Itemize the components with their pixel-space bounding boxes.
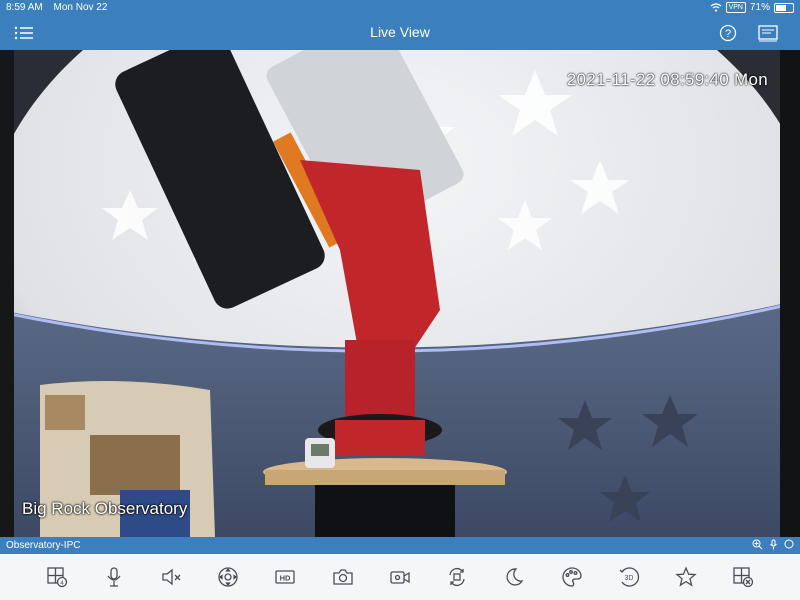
- record-dot-icon[interactable]: [784, 539, 794, 549]
- screen-layout-icon[interactable]: [756, 22, 780, 44]
- zoom-icon[interactable]: [752, 539, 763, 550]
- wifi-icon: [710, 3, 721, 12]
- help-icon[interactable]: ?: [716, 22, 740, 44]
- vpn-badge: VPN: [725, 2, 746, 13]
- nav-bar: Live View ?: [0, 16, 800, 50]
- device-name: Observatory-IPC: [6, 540, 81, 551]
- page-title: Live View: [370, 24, 430, 40]
- mute-icon[interactable]: [158, 564, 184, 590]
- status-date: Mon Nov 22: [53, 2, 108, 13]
- record-video-icon[interactable]: [387, 564, 413, 590]
- snapshot-icon[interactable]: [330, 564, 356, 590]
- svg-text:?: ?: [725, 28, 731, 40]
- multi-screen-icon[interactable]: 4: [44, 564, 70, 590]
- status-bar: 8:59 AM Mon Nov 22 VPN 71%: [0, 0, 800, 16]
- close-window-icon[interactable]: [730, 564, 756, 590]
- 3d-position-icon[interactable]: 3D: [616, 564, 642, 590]
- svg-text:3D: 3D: [624, 575, 633, 582]
- control-toolbar: 4 HD 3D: [0, 554, 800, 600]
- favorite-star-icon[interactable]: [673, 564, 699, 590]
- observatory-scene: [0, 50, 800, 537]
- mic-icon[interactable]: [769, 539, 778, 550]
- video-timestamp: 2021-11-22 08:59:40 Mon: [566, 70, 768, 89]
- svg-text:HD: HD: [280, 574, 291, 583]
- camera-label: Big Rock Observatory: [22, 499, 188, 518]
- night-mode-icon[interactable]: [501, 564, 527, 590]
- battery-icon: [774, 2, 794, 13]
- ptz-icon[interactable]: [215, 564, 241, 590]
- rotate-icon[interactable]: [444, 564, 470, 590]
- color-palette-icon[interactable]: [559, 564, 585, 590]
- device-info-bar: Observatory-IPC: [0, 537, 800, 554]
- battery-percent: 71%: [749, 2, 770, 13]
- hd-icon[interactable]: HD: [272, 564, 298, 590]
- status-time: 8:59 AM: [6, 2, 43, 13]
- intercom-mic-icon[interactable]: [101, 564, 127, 590]
- live-video-feed[interactable]: 2021-11-22 08:59:40 Mon Big Rock Observa…: [0, 50, 800, 537]
